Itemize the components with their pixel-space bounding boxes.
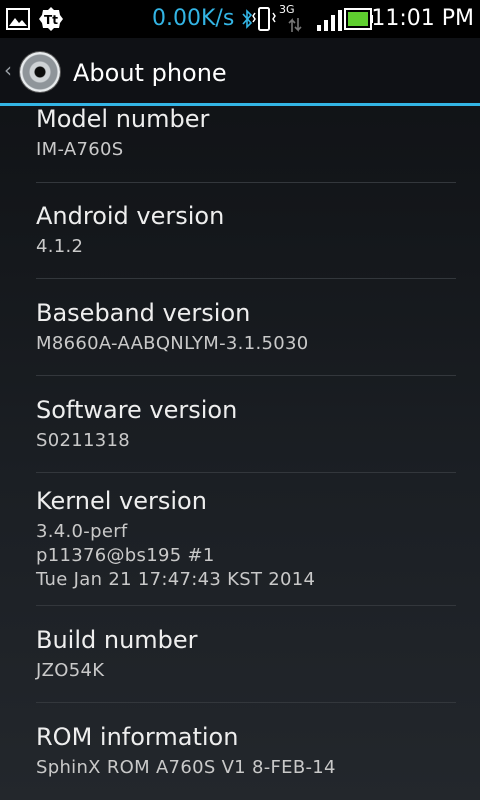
network-speed: 0.00K/s [152,6,235,31]
svg-text:Tt: Tt [44,13,58,27]
item-value: IM-A760S [36,139,124,160]
item-label: Kernel version [36,487,207,515]
tt-app-icon: Tt [39,7,63,31]
item-value: JZO54K [36,660,105,681]
divider [36,278,456,279]
list-item-software-version[interactable]: Software version S0211318 [36,395,456,453]
network-type-label: 3G [279,3,295,16]
list-item-build-number[interactable]: Build number JZO54K [36,625,456,683]
item-label: ROM information [36,723,239,751]
divider [36,375,456,376]
list-item-android-version[interactable]: Android version 4.1.2 [36,201,456,259]
item-value: M8660A-AABQNLYM-3.1.5030 [36,333,309,354]
data-arrows-icon [288,18,302,32]
divider [36,472,456,473]
item-value: 4.1.2 [36,236,84,257]
item-value-line: p11376@bs195 #1 [36,545,215,566]
item-value: SphinX ROM A760S V1 8-FEB-14 [36,757,336,778]
picture-icon [6,8,30,30]
chevron-left-icon: ‹ [4,58,12,82]
item-value-line: Tue Jan 21 17:47:43 KST 2014 [36,569,316,590]
battery-icon [344,8,373,30]
page-title: About phone [73,59,227,87]
item-label: Android version [36,202,225,230]
item-label: Software version [36,396,238,424]
divider [36,182,456,183]
status-bar: Tt 0.00K/s 3G 11:01 PM [0,0,480,38]
item-value: S0211318 [36,430,130,451]
list-item-model-number[interactable]: Model number IM-A760S [36,106,456,162]
list-item-rom-information[interactable]: ROM information SphinX ROM A760S V1 8-FE… [36,722,456,780]
item-value-line: 3.4.0-perf [36,521,128,542]
action-bar: ‹ About phone [0,38,480,106]
settings-disc-icon [20,52,60,92]
item-label: Model number [36,106,210,133]
item-label: Build number [36,626,198,654]
status-clock: 11:01 PM [371,6,474,31]
signal-icon [317,10,342,31]
vibrate-icon [252,7,276,31]
item-label: Baseband version [36,299,251,327]
up-navigation-button[interactable]: ‹ [0,38,66,106]
about-phone-list[interactable]: Model number IM-A760S Android version 4.… [0,106,480,800]
list-item-kernel-version[interactable]: Kernel version 3.4.0-perf p11376@bs195 #… [36,486,456,592]
list-item-baseband-version[interactable]: Baseband version M8660A-AABQNLYM-3.1.503… [36,298,456,356]
divider [36,605,456,606]
divider [36,702,456,703]
